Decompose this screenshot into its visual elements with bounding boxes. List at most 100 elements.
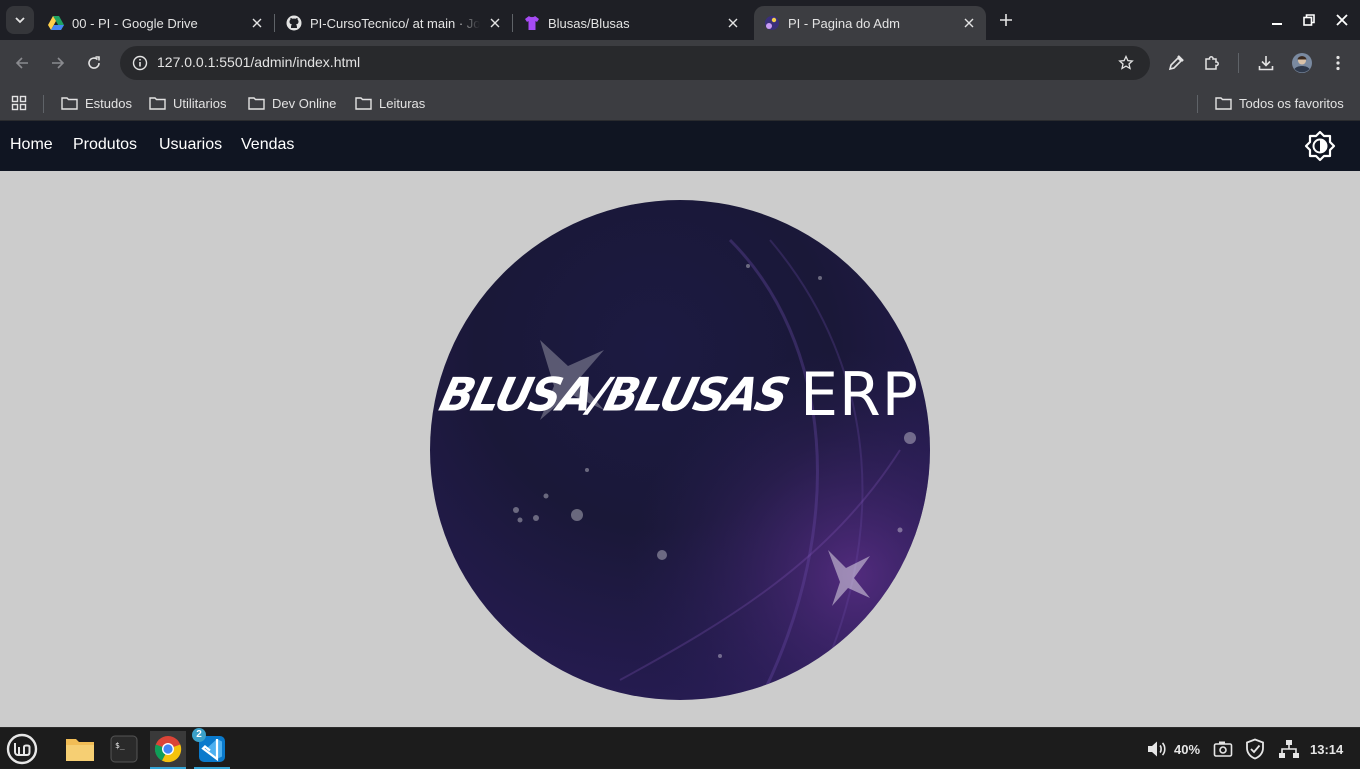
browser-toolbar: 127.0.0.1:5501/admin/index.html (0, 40, 1360, 86)
browser-menu-button[interactable] (1326, 51, 1350, 75)
svg-text:$_: $_ (115, 741, 125, 750)
reload-icon (88, 56, 100, 69)
close-tab-icon[interactable] (724, 14, 742, 32)
bookmark-star-icon[interactable] (1116, 53, 1136, 73)
arrow-right-icon (52, 57, 65, 69)
chrome-icon (154, 736, 182, 763)
browser-tab[interactable]: 00 - PI - Google Drive (38, 6, 274, 40)
theme-toggle-button[interactable] (1303, 129, 1337, 163)
chevron-down-icon (15, 17, 25, 24)
address-bar[interactable]: 127.0.0.1:5501/admin/index.html (120, 46, 1150, 80)
all-bookmarks-folder[interactable]: Todos os favoritos (1214, 92, 1344, 114)
browser-tab[interactable]: Blusas/Blusas (514, 6, 750, 40)
download-icon (1258, 56, 1274, 71)
bookmarks-bar: Estudos Utilitarios Dev Online Leituras … (0, 86, 1360, 121)
camera-icon (1213, 741, 1233, 757)
url-text: 127.0.0.1:5501/admin/index.html (157, 54, 361, 70)
tab-title: Blusas/Blusas (548, 15, 630, 31)
downloads-button[interactable] (1254, 51, 1278, 75)
start-menu-button[interactable] (4, 731, 40, 767)
nav-link-home[interactable]: Home (10, 136, 53, 154)
os-taskbar: $_ 2 40% 13:14 (0, 727, 1360, 769)
volume-indicator[interactable]: 40% (1146, 738, 1200, 760)
folder-icon (1214, 95, 1232, 111)
minimize-window-button[interactable] (1267, 10, 1287, 30)
taskbar-app-vscode[interactable]: 2 (192, 728, 230, 769)
bookmark-label: Todos os favoritos (1239, 95, 1344, 111)
close-tab-icon[interactable] (486, 14, 504, 32)
extensions-button[interactable] (1200, 51, 1224, 75)
page-viewport: Home Produtos Usuarios Vendas BLUSA/BLUS… (0, 121, 1360, 727)
bookmark-folder[interactable]: Estudos (60, 92, 132, 114)
bookmarks-separator (43, 95, 44, 113)
toolbar-separator (1238, 53, 1239, 73)
update-shield-tray-button[interactable] (1245, 738, 1265, 760)
back-button[interactable] (10, 51, 34, 75)
browser-tab-active[interactable]: PI - Pagina do Adm (754, 6, 986, 40)
forward-button[interactable] (46, 51, 70, 75)
logo-wordmark: BLUSA/BLUSAS ERP (430, 360, 930, 430)
close-tab-icon[interactable] (248, 14, 266, 32)
logo-brand-name: BLUSA/BLUSAS (434, 368, 793, 422)
more-vert-icon (1336, 55, 1340, 71)
profile-button[interactable] (1290, 51, 1314, 75)
new-tab-button[interactable] (994, 8, 1018, 32)
github-icon (286, 15, 302, 31)
shield-icon (1246, 738, 1264, 760)
site-navbar: Home Produtos Usuarios Vendas (0, 121, 1360, 171)
eyedropper-icon (1168, 55, 1184, 71)
clock-time: 13:14 (1310, 741, 1344, 757)
close-icon (1336, 14, 1348, 26)
maximize-window-button[interactable] (1299, 10, 1319, 30)
nav-link-produtos[interactable]: Produtos (73, 136, 137, 154)
folder-icon (247, 95, 265, 111)
tab-separator (274, 14, 275, 32)
mint-logo-icon (6, 733, 38, 765)
logo-suffix: ERP (800, 360, 919, 430)
tab-search-button[interactable] (6, 6, 34, 34)
eyedropper-extension-button[interactable] (1164, 51, 1188, 75)
starfield-background (430, 200, 930, 700)
bookmark-label: Utilitarios (173, 95, 227, 111)
reload-button[interactable] (82, 51, 106, 75)
tab-title: PI-CursoTecnico/ at main · JoaoV (310, 15, 480, 31)
brand-logo: BLUSA/BLUSAS ERP (430, 200, 930, 700)
screenshot-tray-button[interactable] (1213, 738, 1233, 760)
apps-button[interactable] (11, 92, 27, 114)
tab-title: PI - Pagina do Adm (788, 15, 901, 31)
folder-icon (354, 95, 372, 111)
network-wired-icon (1279, 740, 1299, 758)
close-tab-icon[interactable] (960, 14, 978, 32)
arrow-left-icon (15, 57, 28, 69)
taskbar-app-chrome[interactable] (150, 731, 186, 769)
restore-icon (1303, 14, 1315, 26)
bookmark-label: Estudos (85, 95, 132, 111)
folder-icon (148, 95, 166, 111)
volume-percent: 40% (1174, 741, 1201, 757)
nav-link-usuarios[interactable]: Usuarios (159, 136, 222, 154)
taskbar-app-terminal[interactable]: $_ (106, 731, 142, 767)
network-tray-button[interactable] (1278, 738, 1300, 760)
bookmark-folder[interactable]: Dev Online (247, 92, 336, 114)
volume-icon (1148, 741, 1166, 757)
nav-link-vendas[interactable]: Vendas (241, 136, 294, 154)
app-logo-icon (764, 15, 780, 31)
browser-tab-strip: 00 - PI - Google Drive PI-CursoTecnico/ … (0, 0, 1360, 40)
bookmark-folder[interactable]: Utilitarios (148, 92, 226, 114)
tab-separator (512, 14, 513, 32)
puzzle-icon (1205, 56, 1219, 70)
apps-grid-icon (11, 95, 27, 111)
tab-title: 00 - PI - Google Drive (72, 15, 198, 31)
close-window-button[interactable] (1332, 10, 1352, 30)
shirt-icon (524, 15, 540, 31)
site-info-icon[interactable] (130, 53, 150, 73)
clock[interactable]: 13:14 (1310, 738, 1343, 760)
plus-icon (1000, 14, 1012, 26)
taskbar-app-files[interactable] (62, 731, 98, 767)
minimize-icon (1272, 23, 1282, 25)
bookmark-folder[interactable]: Leituras (354, 92, 425, 114)
browser-tab[interactable]: PI-CursoTecnico/ at main · JoaoV (276, 6, 512, 40)
brightness-contrast-icon (1304, 130, 1336, 162)
folder-icon (60, 95, 78, 111)
notification-badge: 2 (192, 728, 206, 742)
